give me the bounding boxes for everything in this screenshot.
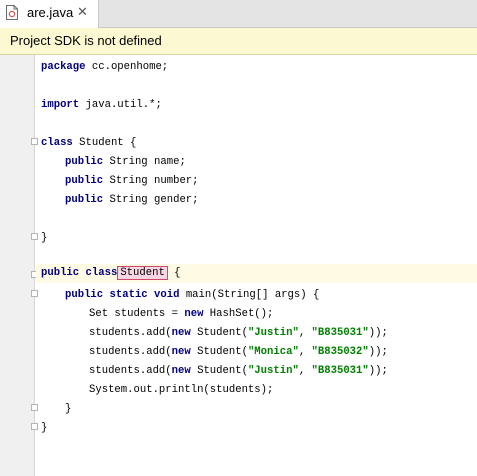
tab-are-java[interactable]: are.java ✕	[0, 0, 99, 28]
banner-message: Project SDK is not defined	[10, 33, 162, 48]
code-line: public String number;	[65, 175, 199, 187]
code-editor[interactable]: package cc.openhome; import java.util.*;…	[36, 55, 477, 476]
editor-gutter	[0, 55, 38, 476]
code-line: public String name;	[65, 156, 186, 168]
code-line: package cc.openhome;	[41, 61, 169, 73]
close-icon[interactable]: ✕	[77, 4, 88, 20]
code-line: students.add(new Student("Justin", "B835…	[89, 327, 388, 339]
code-line: import java.util.*;	[41, 99, 162, 111]
code-line-current: public class Student {	[36, 264, 477, 283]
tab-label: are.java	[27, 5, 74, 20]
highlighted-class-name: Student	[117, 266, 168, 280]
code-line: }	[65, 403, 72, 415]
code-line: students.add(new Student("Justin", "B835…	[89, 365, 388, 377]
sdk-warning-banner: Project SDK is not defined	[0, 28, 477, 55]
code-line: }	[41, 232, 48, 244]
code-line: public static void main(String[] args) {	[65, 289, 320, 301]
code-line: Set students = new HashSet();	[89, 308, 274, 320]
java-file-icon	[6, 5, 18, 20]
code-line: public String gender;	[65, 194, 199, 206]
code-line: class Student {	[41, 137, 137, 149]
code-line: }	[41, 422, 48, 434]
code-line: System.out.println(students);	[89, 384, 274, 396]
code-line: students.add(new Student("Monica", "B835…	[89, 346, 388, 358]
editor-tab-bar: are.java ✕	[0, 0, 477, 28]
